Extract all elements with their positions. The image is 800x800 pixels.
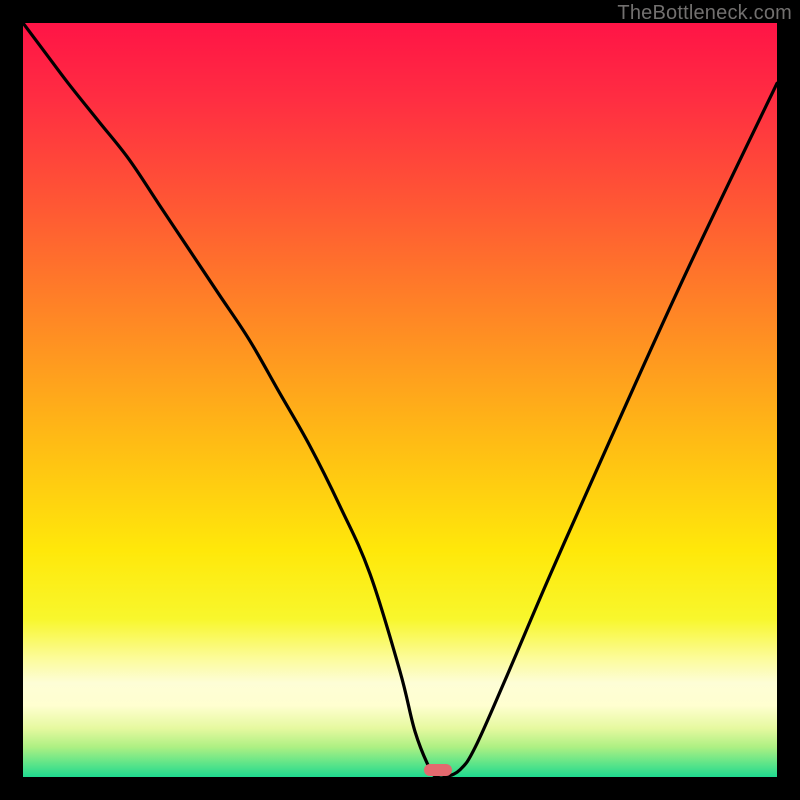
plot-area — [23, 23, 777, 777]
watermark-text: TheBottleneck.com — [617, 2, 792, 25]
chart-frame: TheBottleneck.com — [0, 0, 800, 800]
balanced-point-marker — [424, 764, 452, 776]
background-gradient — [23, 23, 777, 777]
